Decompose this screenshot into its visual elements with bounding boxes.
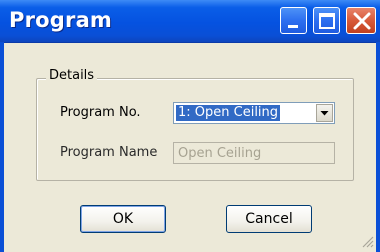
details-legend: Details [46, 68, 98, 83]
program-dialog: Program Details Program No. 1: Open Ceil… [0, 0, 380, 252]
window-frame-right [376, 42, 380, 252]
close-button[interactable] [346, 7, 376, 34]
close-icon [353, 12, 371, 30]
program-no-label: Program No. [60, 105, 141, 120]
minimize-button[interactable] [280, 7, 307, 34]
ok-button[interactable]: OK [80, 205, 166, 233]
program-name-field [173, 142, 335, 164]
resize-grip-icon[interactable] [362, 236, 374, 248]
window-title: Program [9, 8, 113, 32]
window-frame-left [0, 42, 4, 252]
minimize-icon [288, 25, 298, 28]
title-bar[interactable]: Program [0, 0, 380, 43]
maximize-button[interactable] [313, 7, 340, 34]
maximize-icon [319, 13, 335, 29]
program-no-selected-value: 1: Open Ceiling [176, 105, 281, 121]
program-name-label: Program Name [60, 145, 158, 160]
program-name-input [174, 143, 334, 163]
dropdown-arrow-icon [320, 111, 329, 116]
details-groupbox [36, 78, 354, 181]
cancel-button[interactable]: Cancel [226, 205, 312, 233]
program-no-dropdown-button[interactable] [316, 104, 333, 122]
program-no-select[interactable]: 1: Open Ceiling [173, 102, 335, 124]
